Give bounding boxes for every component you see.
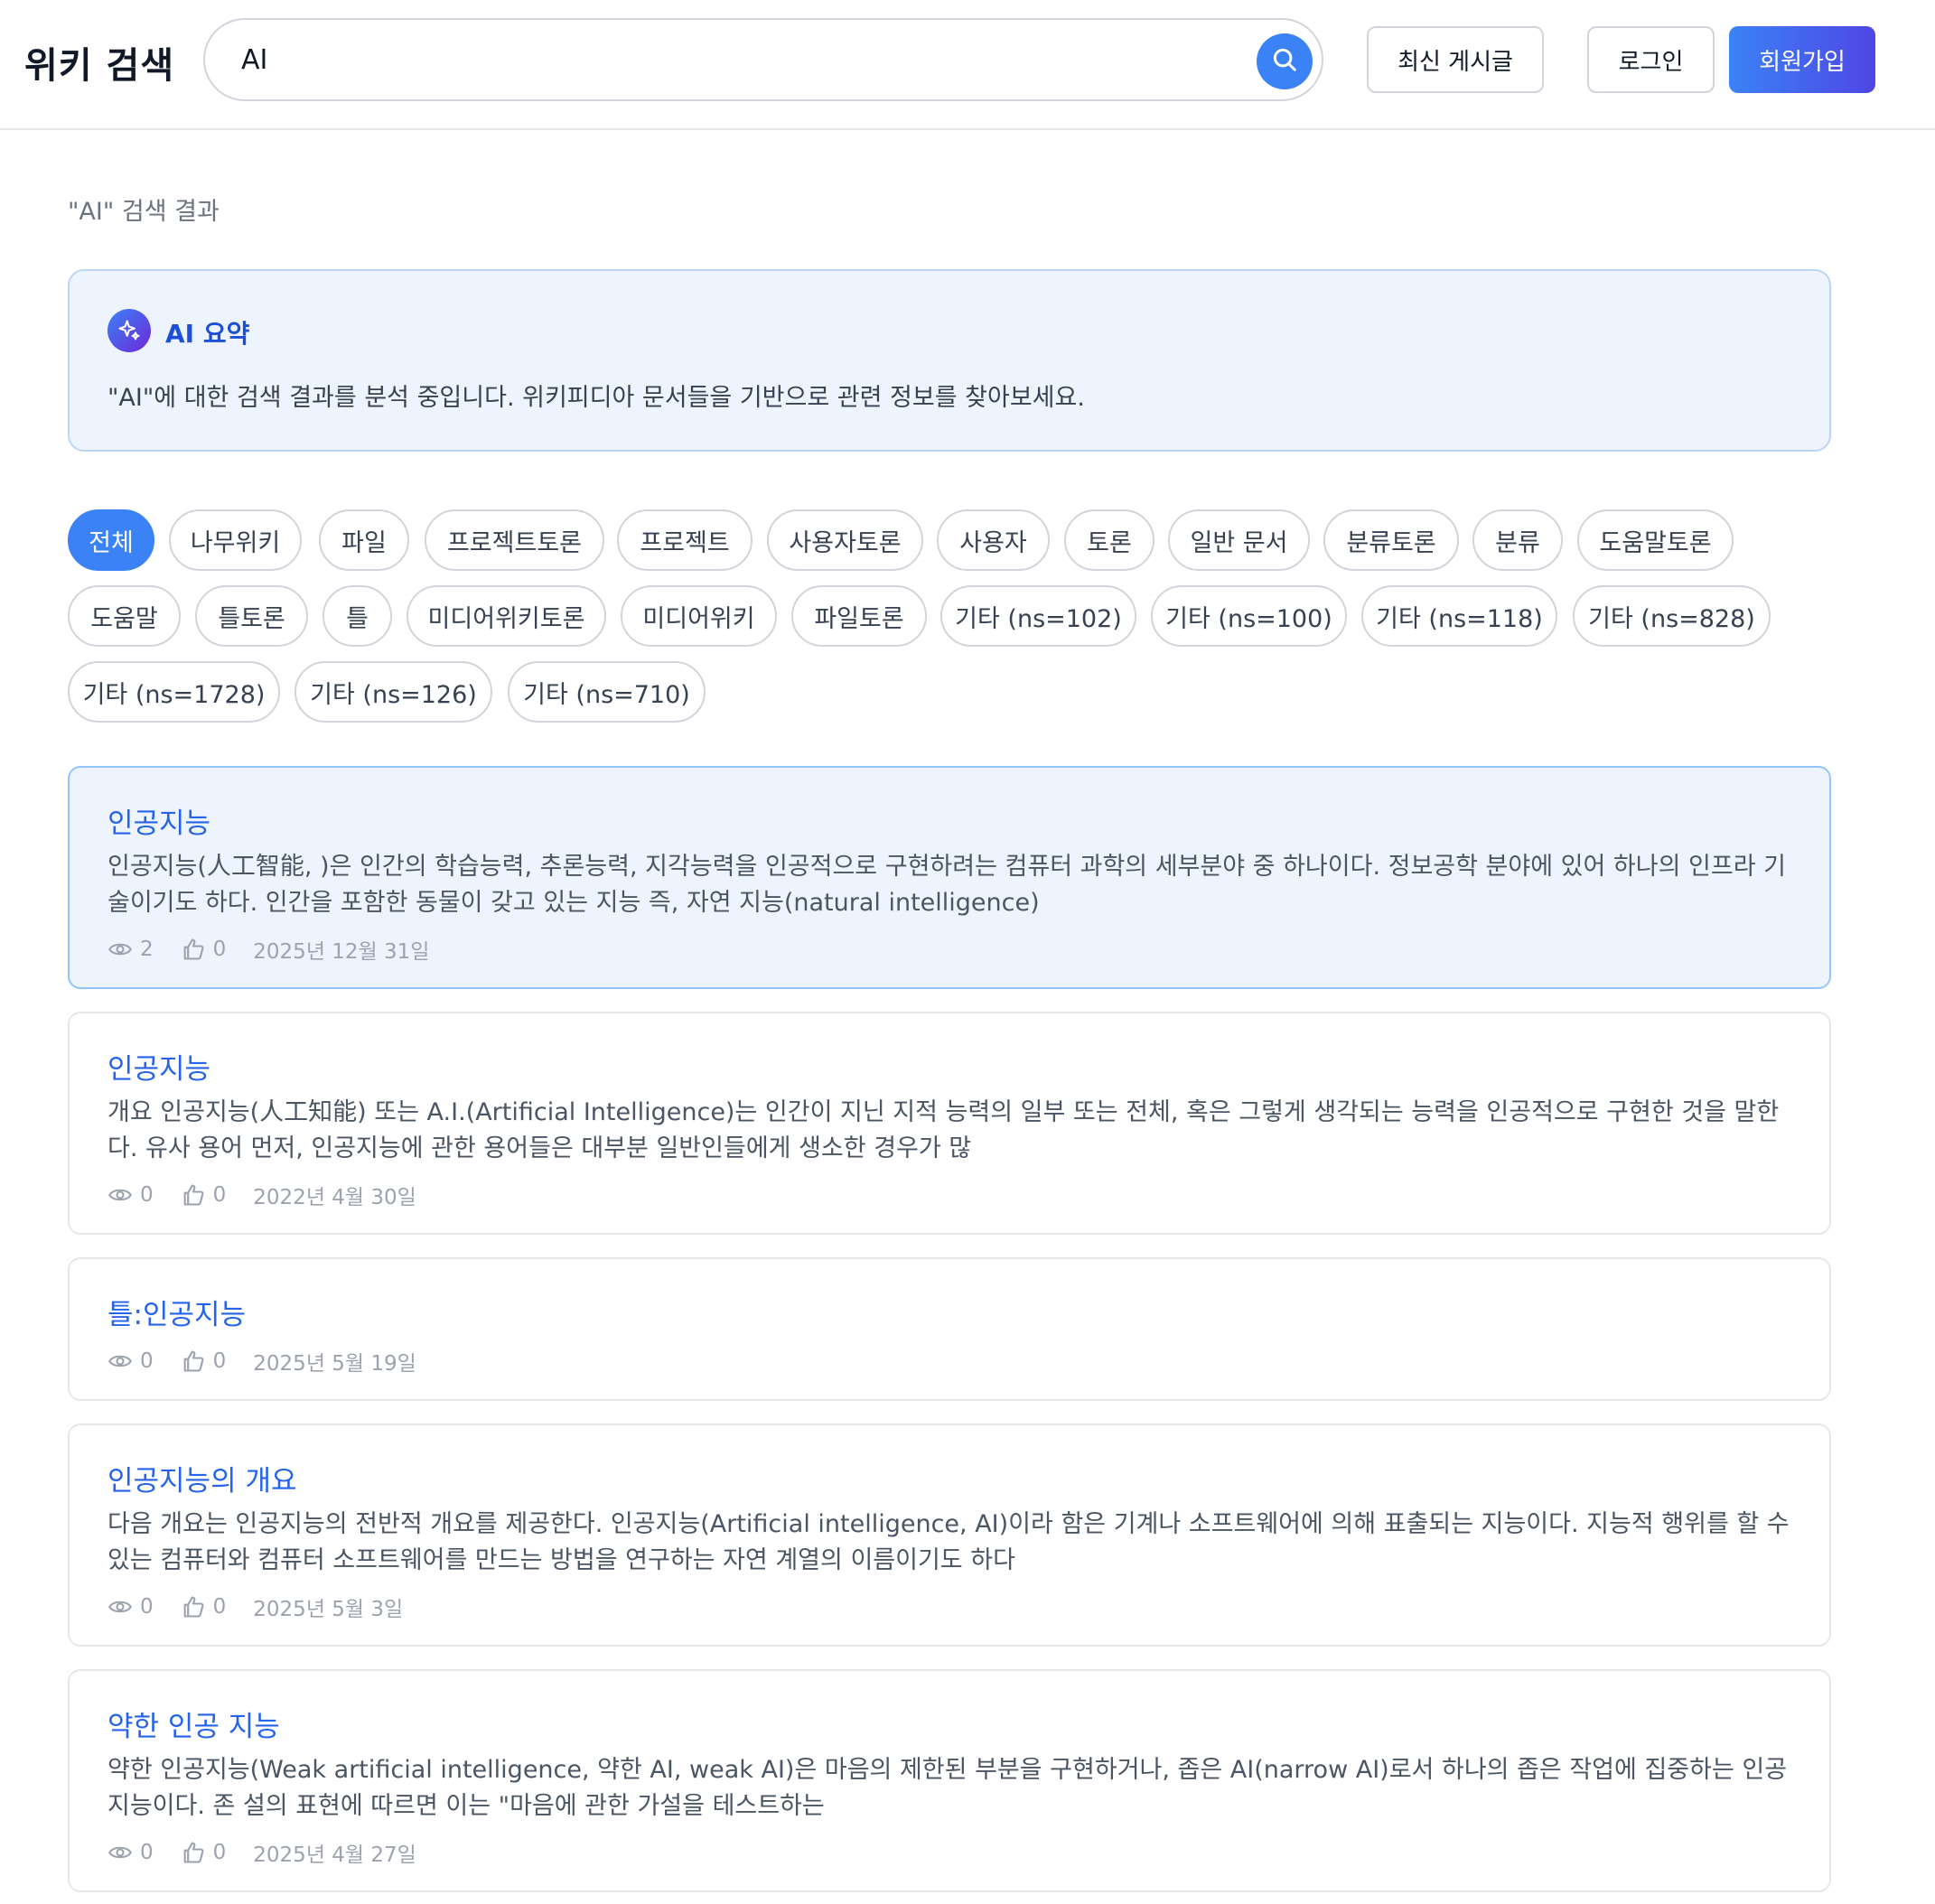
result-snippet: 다음 개요는 인공지능의 전반적 개요를 제공한다. 인공지능(Artifici… <box>108 1510 1790 1574</box>
thumbs-up-icon <box>181 1840 206 1865</box>
filter-chip[interactable]: 프로젝트 <box>617 509 752 571</box>
filter-chip[interactable]: 도움말토론 <box>1577 509 1734 571</box>
filter-chip[interactable]: 기타 (ns=1728) <box>68 661 280 723</box>
filter-chip[interactable]: 분류토론 <box>1323 509 1459 571</box>
thumbs-up-icon <box>181 1182 206 1208</box>
top-header: 위키 검색 최신 게시글 로그인 회원가입 <box>0 0 1935 130</box>
filter-chip[interactable]: 사용자 <box>937 509 1050 571</box>
eye-icon <box>108 1349 133 1374</box>
result-title[interactable]: 약한 인공 지능 <box>108 1703 280 1744</box>
result-date: 2025년 4월 27일 <box>253 1843 416 1867</box>
eye-icon <box>108 1182 133 1208</box>
eye-icon <box>108 937 133 962</box>
filter-chip[interactable]: 미디어위키토론 <box>407 585 606 647</box>
search-button[interactable] <box>1257 33 1313 89</box>
like-count: 0 <box>212 1183 227 1207</box>
filter-chip[interactable]: 분류 <box>1472 509 1563 571</box>
results-heading: "AI" 검색 결과 <box>68 198 220 226</box>
result-title[interactable]: 틀:인공지능 <box>108 1292 246 1332</box>
site-logo[interactable]: 위키 검색 <box>24 36 174 89</box>
filter-chip[interactable]: 기타 (ns=710) <box>508 661 706 723</box>
eye-icon <box>108 1594 133 1619</box>
filter-chip[interactable]: 파일 <box>319 509 409 571</box>
filter-chip[interactable]: 기타 (ns=126) <box>294 661 492 723</box>
filter-chip[interactable]: 도움말 <box>68 585 181 647</box>
view-count: 0 <box>140 1595 154 1619</box>
filter-chip[interactable]: 틀 <box>322 585 392 647</box>
like-count: 0 <box>212 938 227 961</box>
result-card[interactable]: 인공지능 인공지능(人工智能, )은 인간의 학습능력, 추론능력, 지각능력을… <box>68 766 1831 989</box>
sparkle-icon <box>108 309 151 352</box>
result-date: 2025년 5월 3일 <box>253 1598 404 1621</box>
result-card[interactable]: 인공지능의 개요 다음 개요는 인공지능의 전반적 개요를 제공한다. 인공지능… <box>68 1423 1831 1647</box>
result-snippet: 개요 인공지능(人工知能) 또는 A.I.(Artificial Intelli… <box>108 1098 1780 1162</box>
filter-chip[interactable]: 미디어위키 <box>621 585 777 647</box>
result-snippet: 약한 인공지능(Weak artificial intelligence, 약한… <box>108 1756 1788 1820</box>
like-count: 0 <box>212 1841 227 1864</box>
view-count: 0 <box>140 1349 154 1373</box>
eye-icon <box>108 1840 133 1865</box>
search-icon <box>1271 46 1298 77</box>
result-card[interactable]: 약한 인공 지능 약한 인공지능(Weak artificial intelli… <box>68 1669 1831 1892</box>
thumbs-up-icon <box>181 1594 206 1619</box>
result-date: 2025년 5월 19일 <box>253 1352 416 1376</box>
like-count: 0 <box>212 1595 227 1619</box>
filter-chip[interactable]: 기타 (ns=100) <box>1151 585 1347 647</box>
result-meta: 0 0 2025년 4월 27일 <box>108 1837 416 1868</box>
result-date: 2022년 4월 30일 <box>253 1186 416 1209</box>
filter-chip[interactable]: 나무위키 <box>169 509 302 571</box>
search-input[interactable] <box>241 34 1217 85</box>
result-snippet: 인공지능(人工智能, )은 인간의 학습능력, 추론능력, 지각능력을 인공적으… <box>108 853 1786 917</box>
ai-summary-panel: AI 요약 "AI"에 대한 검색 결과를 분석 중입니다. 위키피디아 문서들… <box>68 269 1831 452</box>
result-meta: 0 0 2025년 5월 19일 <box>108 1346 416 1377</box>
result-date: 2025년 12월 31일 <box>253 940 430 964</box>
like-count: 0 <box>212 1349 227 1373</box>
result-meta: 0 0 2025년 5월 3일 <box>108 1591 403 1622</box>
filter-chip[interactable]: 기타 (ns=102) <box>940 585 1136 647</box>
result-title[interactable]: 인공지능 <box>108 1046 210 1087</box>
filter-chip[interactable]: 일반 문서 <box>1168 509 1310 571</box>
result-card[interactable]: 인공지능 개요 인공지능(人工知能) 또는 A.I.(Artificial In… <box>68 1012 1831 1235</box>
thumbs-up-icon <box>181 937 206 962</box>
filter-chip[interactable]: 틀토론 <box>195 585 308 647</box>
search-bar[interactable] <box>203 18 1323 101</box>
result-meta: 0 0 2022년 4월 30일 <box>108 1180 416 1210</box>
filter-chip[interactable]: 기타 (ns=118) <box>1361 585 1557 647</box>
view-count: 2 <box>140 938 154 961</box>
login-button[interactable]: 로그인 <box>1587 26 1715 93</box>
filter-chip[interactable]: 토론 <box>1064 509 1154 571</box>
filter-chip[interactable]: 파일토론 <box>791 585 927 647</box>
filter-chip[interactable]: 프로젝트토론 <box>425 509 604 571</box>
thumbs-up-icon <box>181 1349 206 1374</box>
result-meta: 2 0 2025년 12월 31일 <box>108 934 429 965</box>
signup-button[interactable]: 회원가입 <box>1729 26 1875 93</box>
ai-summary-title: AI 요약 <box>165 319 250 349</box>
result-title[interactable]: 인공지능의 개요 <box>108 1458 297 1498</box>
view-count: 0 <box>140 1841 154 1864</box>
filter-chip[interactable]: 사용자토론 <box>767 509 923 571</box>
latest-posts-button[interactable]: 최신 게시글 <box>1367 26 1544 93</box>
view-count: 0 <box>140 1183 154 1207</box>
ai-summary-text: "AI"에 대한 검색 결과를 분석 중입니다. 위키피디아 문서들을 기반으로… <box>108 384 1085 412</box>
result-card[interactable]: 틀:인공지능 0 0 2025년 5월 19일 <box>68 1257 1831 1401</box>
filter-chip[interactable]: 기타 (ns=828) <box>1573 585 1771 647</box>
result-title[interactable]: 인공지능 <box>108 800 210 841</box>
filter-chip-all[interactable]: 전체 <box>68 509 154 571</box>
